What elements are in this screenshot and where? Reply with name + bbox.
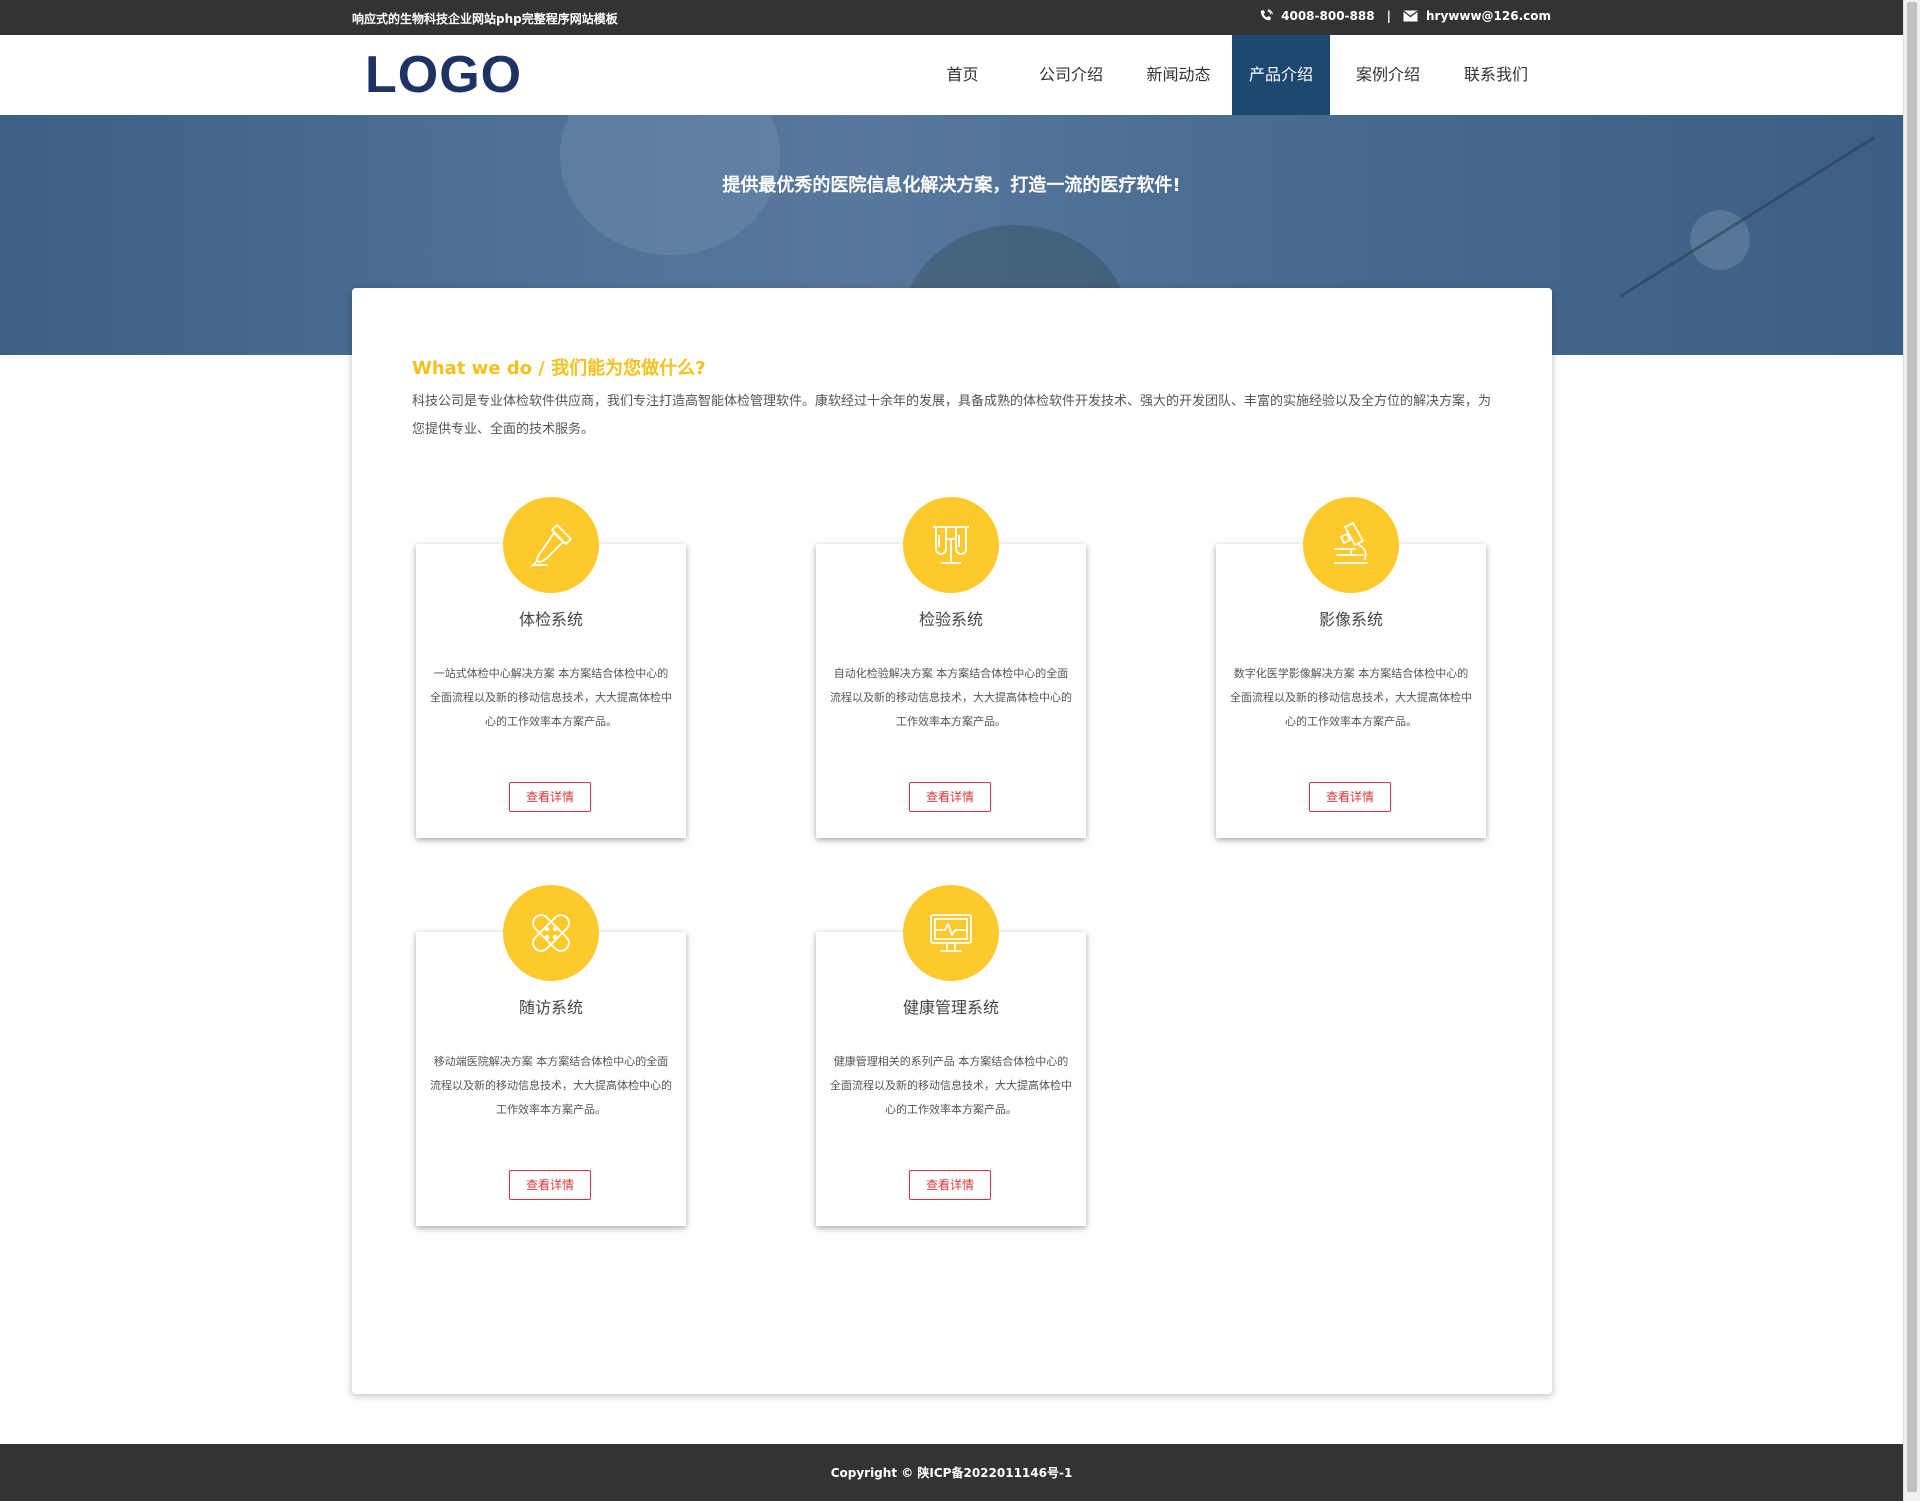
banner-decoration: [1619, 136, 1876, 298]
main-nav: 首页 公司介绍 新闻动态 产品介绍 案例介绍 联系我们: [908, 35, 1546, 115]
product-title: 随访系统: [518, 998, 583, 1017]
test-tubes-icon: [903, 497, 999, 593]
product-title: 影像系统: [1318, 610, 1383, 629]
top-bar: 响应式的生物科技企业网站php完整程序网站模板 4008-800-888 | h…: [0, 0, 1903, 35]
view-details-button[interactable]: 查看详情: [909, 1170, 991, 1200]
email-address[interactable]: hrywww@126.com: [1426, 9, 1551, 23]
product-card: 健康管理系统 健康管理相关的系列产品 本方案结合体检中心的全面流程以及新的移动信…: [816, 885, 1086, 1226]
site-name: 响应式的生物科技企业网站php完整程序网站模板: [352, 12, 618, 26]
product-card: 检验系统 自动化检验解决方案 本方案结合体检中心的全面流程以及新的移动信息技术，…: [816, 497, 1086, 838]
microscope-icon: [1303, 497, 1399, 593]
nav-item-about[interactable]: 公司介绍: [1017, 35, 1125, 115]
nav-item-home[interactable]: 首页: [908, 35, 1017, 115]
copyright-text: Copyright © 陕ICP备2022011146号-1: [830, 1466, 1073, 1480]
product-card: 体检系统 一站式体检中心解决方案 本方案结合体检中心的全面流程以及新的移动信息技…: [416, 497, 686, 838]
logo[interactable]: LOGO: [365, 45, 522, 105]
monitor-icon: [903, 885, 999, 981]
nav-item-news[interactable]: 新闻动态: [1125, 35, 1232, 115]
view-details-button[interactable]: 查看详情: [1309, 782, 1391, 812]
product-description: 数字化医学影像解决方案 本方案结合体检中心的全面流程以及新的移动信息技术，大大提…: [1230, 667, 1472, 728]
footer: Copyright © 陕ICP备2022011146号-1: [0, 1444, 1903, 1501]
header: LOGO 首页 公司介绍 新闻动态 产品介绍 案例介绍 联系我们: [0, 35, 1903, 115]
scrollbar-thumb[interactable]: [1907, 2, 1917, 1492]
nav-item-cases[interactable]: 案例介绍: [1330, 35, 1446, 115]
view-details-button[interactable]: 查看详情: [509, 1170, 591, 1200]
contact-info: 4008-800-888 | hrywww@126.com: [1259, 9, 1551, 23]
product-card: 随访系统 移动端医院解决方案 本方案结合体检中心的全面流程以及新的移动信息技术，…: [416, 885, 686, 1226]
view-details-button[interactable]: 查看详情: [509, 782, 591, 812]
nav-item-products[interactable]: 产品介绍: [1232, 35, 1330, 115]
contact-separator: |: [1386, 9, 1391, 23]
nav-item-contact[interactable]: 联系我们: [1446, 35, 1546, 115]
view-details-button[interactable]: 查看详情: [909, 782, 991, 812]
banner-tagline: 提供最优秀的医院信息化解决方案，打造一流的医疗软件!: [722, 175, 1181, 196]
phone-number[interactable]: 4008-800-888: [1281, 9, 1374, 23]
mail-icon: [1403, 10, 1418, 22]
product-title: 体检系统: [518, 610, 583, 629]
product-title: 健康管理系统: [902, 998, 999, 1017]
product-card: 影像系统 数字化医学影像解决方案 本方案结合体检中心的全面流程以及新的移动信息技…: [1216, 497, 1486, 838]
content-panel: What we do / 我们能为您做什么? 科技公司是专业体检软件供应商，我们…: [352, 288, 1552, 1394]
section-title: What we do / 我们能为您做什么?: [412, 358, 706, 379]
product-description: 健康管理相关的系列产品 本方案结合体检中心的全面流程以及新的移动信息技术，大大提…: [830, 1055, 1072, 1116]
bandage-icon: [503, 885, 599, 981]
product-title: 检验系统: [918, 610, 983, 629]
product-description: 一站式体检中心解决方案 本方案结合体检中心的全面流程以及新的移动信息技术，大大提…: [430, 667, 672, 728]
section-intro: 科技公司是专业体检软件供应商，我们专注打造高智能体检管理软件。康软经过十余年的发…: [412, 394, 1492, 437]
product-description: 自动化检验解决方案 本方案结合体检中心的全面流程以及新的移动信息技术，大大提高体…: [830, 667, 1072, 728]
dropper-icon: [503, 497, 599, 593]
page-scrollbar[interactable]: [1903, 0, 1920, 1501]
phone-icon: [1259, 9, 1273, 23]
product-description: 移动端医院解决方案 本方案结合体检中心的全面流程以及新的移动信息技术，大大提高体…: [430, 1055, 672, 1116]
